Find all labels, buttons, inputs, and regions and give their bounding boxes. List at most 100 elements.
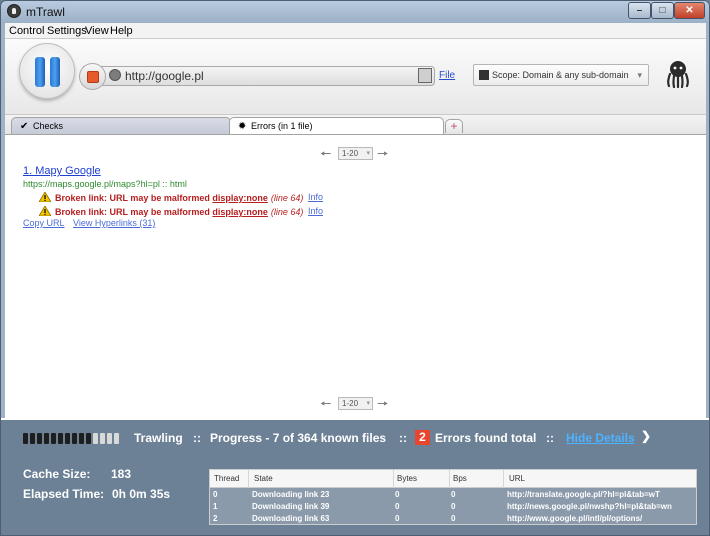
column-header-bps[interactable]: Bps (453, 474, 467, 483)
cell-state: Downloading link 39 (252, 502, 330, 511)
column-header-state[interactable]: State (254, 474, 273, 483)
menu-help[interactable]: Help (110, 25, 133, 37)
error-row: Broken link: URL may be malformed displa… (39, 205, 303, 217)
status-separator: :: (193, 431, 201, 445)
menu-view[interactable]: View (85, 25, 109, 37)
cell-bytes: 0 (395, 490, 400, 499)
cell-url: http://news.google.pl/nwshp?hl=pl&tab=wn (507, 502, 672, 511)
page-range-select[interactable]: 1-20 ▾ (338, 147, 373, 160)
arrow-left-icon[interactable]: 🠔 (320, 145, 331, 167)
progress-tick (44, 433, 49, 444)
error-row: Broken link: URL may be malformed displa… (39, 191, 303, 203)
globe-icon (109, 69, 121, 81)
column-header-bytes[interactable]: Bytes (397, 474, 417, 483)
toolbar: http://google.pl File Scope: Domain & an… (5, 39, 706, 115)
progress-tick (23, 433, 28, 444)
progress-tick (58, 433, 63, 444)
info-link[interactable]: Info (308, 192, 323, 202)
arrow-right-icon[interactable]: 🠖 (377, 145, 388, 167)
progress-indicator (23, 433, 123, 444)
cube-icon (479, 70, 489, 80)
table-row[interactable]: 2 Downloading link 63 0 0 http://www.goo… (210, 513, 696, 525)
menu-control[interactable]: Control (9, 25, 44, 37)
status-errors: Errors found total (435, 431, 537, 445)
table-row[interactable]: 0 Downloading link 23 0 0 http://transla… (210, 489, 696, 501)
minimize-button[interactable]: – (628, 2, 651, 19)
hide-details-link[interactable]: Hide Details (566, 431, 635, 445)
elapsed-time-value: 0h 0m 35s (112, 487, 171, 501)
stop-icon (87, 71, 99, 83)
scope-value: Scope: Domain & any sub-domain (492, 70, 629, 80)
error-line: (line 64) (270, 207, 304, 217)
window-title: mTrawl (26, 5, 65, 19)
status-separator: :: (399, 431, 407, 445)
cell-thread: 1 (213, 502, 218, 511)
error-line: (line 64) (270, 193, 304, 203)
octopus-logo-icon (667, 61, 689, 88)
cell-bps: 0 (451, 502, 456, 511)
progress-tick (65, 433, 70, 444)
table-row[interactable]: 1 Downloading link 39 0 0 http://news.go… (210, 501, 696, 513)
error-code: display:none (212, 193, 268, 203)
cell-thread: 2 (213, 514, 218, 523)
progress-tick (30, 433, 35, 444)
menu-bar: Control Settings View Help (5, 23, 706, 39)
chevron-down-icon[interactable]: ❯ (641, 429, 651, 443)
cell-bps: 0 (451, 490, 456, 499)
arrow-left-icon[interactable]: 🠔 (320, 395, 331, 417)
add-tab-button[interactable]: + (445, 119, 463, 133)
chevron-down-icon: ▾ (637, 70, 642, 80)
checkmark-icon: ✔ (20, 121, 29, 132)
info-link[interactable]: Info (308, 206, 323, 216)
page-range-value: 1-20 (342, 149, 359, 158)
progress-tick (86, 433, 91, 444)
errors-panel: 🠔 1-20 ▾ 🠖 1. Mapy Google https://maps.go… (5, 134, 706, 418)
error-message: Broken link: URL may be malformed (55, 193, 210, 203)
cache-size-label: Cache Size: (23, 467, 91, 481)
status-trawling: Trawling (134, 431, 183, 445)
maximize-button[interactable]: □ (651, 2, 674, 19)
arrow-right-icon[interactable]: 🠖 (377, 395, 388, 417)
column-header-url[interactable]: URL (509, 474, 525, 483)
progress-tick (72, 433, 77, 444)
cell-state: Downloading link 23 (252, 490, 330, 499)
progress-tick (93, 433, 98, 444)
cell-state: Downloading link 63 (252, 514, 330, 523)
tab-checks-label: Checks (33, 121, 64, 131)
close-button[interactable]: ✕ (674, 2, 705, 19)
error-code: display:none (212, 207, 268, 217)
result-url: https://maps.google.pl/maps?hl=pl :: htm… (23, 179, 187, 189)
error-message: Broken link: URL may be malformed (55, 207, 210, 217)
progress-tick (100, 433, 105, 444)
tab-strip: ✔ Checks ✹ Errors (in 1 file) + (5, 115, 706, 136)
menu-settings[interactable]: Settings (47, 25, 87, 37)
copy-url-link[interactable]: Copy URL (23, 218, 65, 228)
file-link[interactable]: File (439, 70, 455, 81)
scope-select[interactable]: Scope: Domain & any sub-domain ▾ (473, 64, 649, 86)
cell-bytes: 0 (395, 514, 400, 523)
cell-url: http://translate.google.pl/?hl=pl&tab=wT (507, 490, 660, 499)
status-separator: :: (546, 431, 554, 445)
result-title-link[interactable]: 1. Mapy Google (23, 165, 101, 177)
column-header-thread[interactable]: Thread (214, 474, 239, 483)
status-progress: Progress - 7 of 364 known files (210, 431, 387, 445)
bug-icon: ✹ (238, 121, 247, 132)
pause-button[interactable] (19, 43, 75, 99)
cell-bps: 0 (451, 514, 456, 523)
error-count-badge: 2 (415, 430, 430, 445)
progress-tick (37, 433, 42, 444)
stop-button[interactable] (79, 63, 106, 90)
cell-thread: 0 (213, 490, 218, 499)
file-browse-icon[interactable] (418, 68, 432, 83)
warning-icon (39, 206, 51, 216)
thread-table: Thread State Bytes Bps URL 0 Downloading… (209, 469, 697, 525)
status-bar: Trawling :: Progress - 7 of 364 known fi… (1, 418, 709, 535)
tab-checks[interactable]: ✔ Checks (11, 117, 231, 135)
view-hyperlinks-link[interactable]: View Hyperlinks (31) (73, 218, 155, 228)
app-window: mTrawl – □ ✕ Control Settings View Help … (0, 0, 710, 536)
warning-icon (39, 192, 51, 202)
page-range-select[interactable]: 1-20 ▾ (338, 397, 373, 410)
progress-tick (51, 433, 56, 444)
title-bar[interactable]: mTrawl – □ ✕ (1, 1, 709, 23)
cache-size-value: 183 (111, 467, 132, 481)
